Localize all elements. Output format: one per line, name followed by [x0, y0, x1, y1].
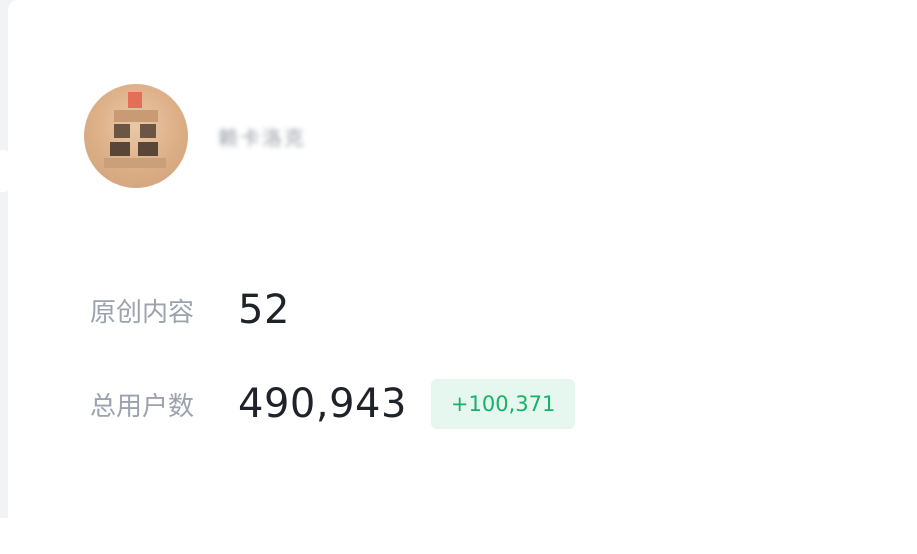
profile-header: 赖卡洛克 — [84, 84, 364, 188]
user-growth-badge: +100,371 — [430, 379, 576, 429]
user-avatar-icon[interactable] — [84, 84, 188, 188]
stat-value: 490,943 — [238, 381, 407, 427]
stats-list: 原创内容 52 总用户数 490,943 +100,371 — [90, 282, 576, 432]
username[interactable]: 赖卡洛克 — [218, 121, 364, 151]
stat-original-content: 原创内容 52 — [90, 282, 575, 338]
account-stats-card — [8, 0, 917, 518]
stat-total-users: 总用户数 490,943 +100,371 — [90, 376, 576, 432]
card-bottom-edge — [0, 518, 917, 554]
stat-value: 52 — [238, 287, 290, 333]
stat-label: 原创内容 — [90, 297, 195, 328]
stat-label: 总用户数 — [90, 391, 195, 422]
left-edge-tab — [0, 150, 10, 192]
